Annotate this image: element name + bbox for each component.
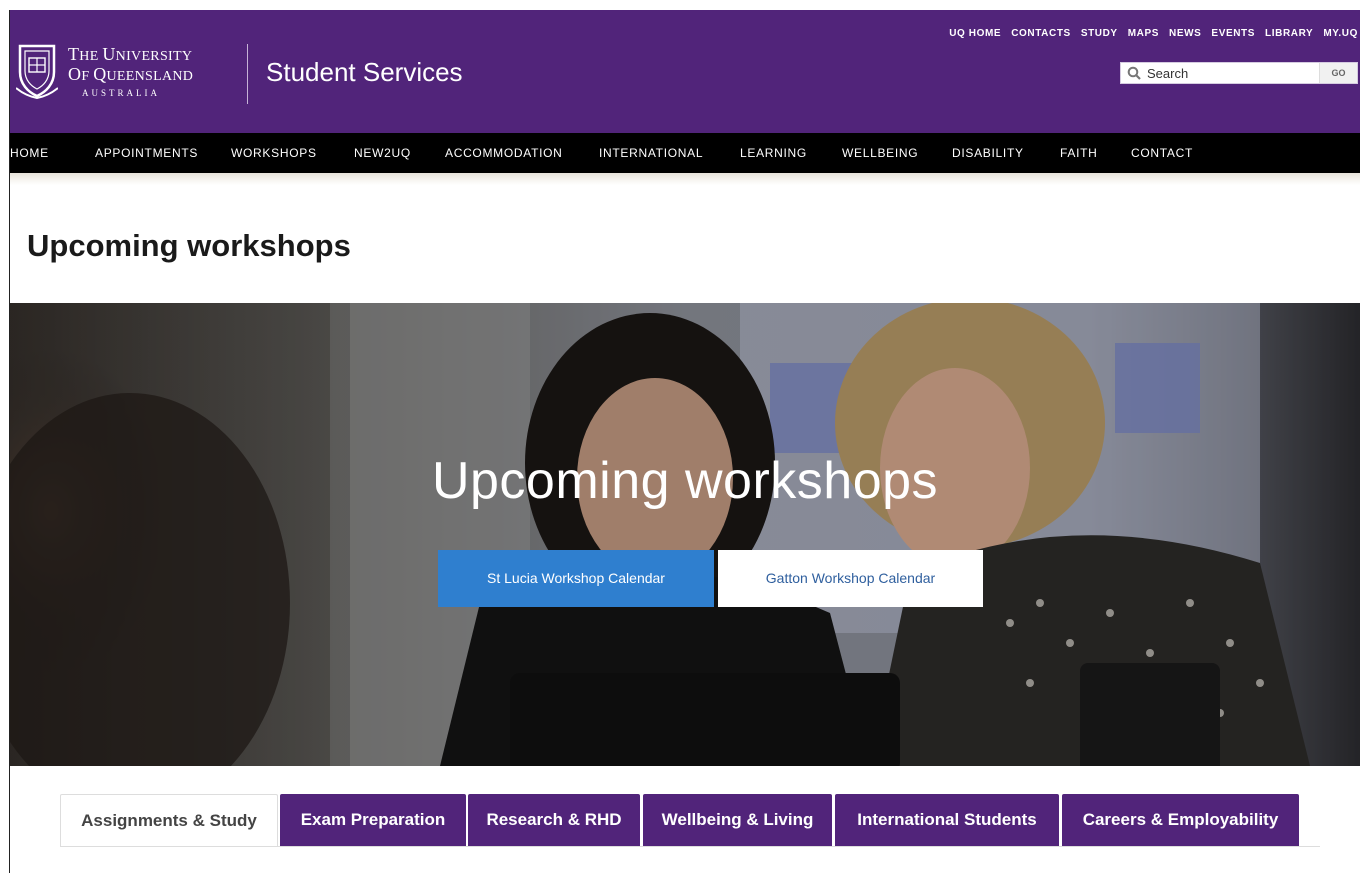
logo-text-line1: THE UNIVERSITY (68, 44, 193, 64)
tabs-baseline (60, 846, 1320, 847)
uq-crest-icon (16, 44, 58, 100)
nav-item-workshops[interactable]: WORKSHOPS (231, 146, 317, 160)
search-icon (1127, 66, 1141, 80)
hero-overlay (10, 303, 1360, 766)
search-input[interactable] (1147, 65, 1317, 81)
nav-item-new2uq[interactable]: NEW2UQ (354, 146, 411, 160)
util-link-uq-home[interactable]: UQ HOME (949, 28, 1001, 39)
tab-wellbeing-living[interactable]: Wellbeing & Living (643, 794, 832, 846)
nav-item-faith[interactable]: FAITH (1060, 146, 1098, 160)
util-link-study[interactable]: STUDY (1081, 28, 1118, 39)
site-header: THE UNIVERSITY OF QUEENSLAND AUSTRALIA S… (10, 10, 1360, 133)
hero-heading: Upcoming workshops (431, 452, 939, 510)
utility-nav: UQ HOME CONTACTS STUDY MAPS NEWS EVENTS … (949, 28, 1358, 39)
page-title: Upcoming workshops (27, 228, 351, 263)
nav-item-accommodation[interactable]: ACCOMMODATION (445, 146, 563, 160)
site-name[interactable]: Student Services (266, 57, 463, 88)
window-top-margin (0, 0, 1360, 10)
gatton-calendar-button[interactable]: Gatton Workshop Calendar (718, 550, 983, 607)
tab-assignments-study[interactable]: Assignments & Study (60, 794, 278, 846)
search-box: GO (1120, 62, 1358, 84)
util-link-library[interactable]: LIBRARY (1265, 28, 1313, 39)
hero-banner: Upcoming workshops St Lucia Workshop Cal… (10, 303, 1360, 766)
util-link-maps[interactable]: MAPS (1128, 28, 1159, 39)
nav-item-appointments[interactable]: APPOINTMENTS (95, 146, 198, 160)
st-lucia-calendar-button[interactable]: St Lucia Workshop Calendar (438, 550, 714, 607)
tab-research-rhd[interactable]: Research & RHD (468, 794, 640, 846)
nav-shadow (10, 173, 1360, 185)
nav-item-learning[interactable]: LEARNING (740, 146, 807, 160)
nav-item-contact[interactable]: CONTACT (1131, 146, 1193, 160)
page: THE UNIVERSITY OF QUEENSLAND AUSTRALIA S… (10, 10, 1360, 873)
header-divider (247, 44, 248, 104)
tab-international-students[interactable]: International Students (835, 794, 1059, 846)
uq-logo[interactable]: THE UNIVERSITY OF QUEENSLAND AUSTRALIA (16, 40, 236, 110)
nav-item-wellbeing[interactable]: WELLBEING (842, 146, 918, 160)
nav-item-home[interactable]: HOME (10, 146, 49, 160)
logo-text-line3: AUSTRALIA (82, 88, 160, 98)
util-link-events[interactable]: EVENTS (1211, 28, 1255, 39)
util-link-news[interactable]: NEWS (1169, 28, 1201, 39)
logo-text-line2: OF QUEENSLAND (68, 64, 194, 84)
tab-exam-preparation[interactable]: Exam Preparation (280, 794, 466, 846)
nav-item-international[interactable]: INTERNATIONAL (599, 146, 703, 160)
nav-item-disability[interactable]: DISABILITY (952, 146, 1024, 160)
util-link-contacts[interactable]: CONTACTS (1011, 28, 1071, 39)
main-nav: HOME APPOINTMENTS WORKSHOPS NEW2UQ ACCOM… (10, 133, 1360, 173)
util-link-my-uq[interactable]: MY.UQ (1323, 28, 1358, 39)
tab-careers-employability[interactable]: Careers & Employability (1062, 794, 1299, 846)
search-go-button[interactable]: GO (1319, 63, 1357, 83)
